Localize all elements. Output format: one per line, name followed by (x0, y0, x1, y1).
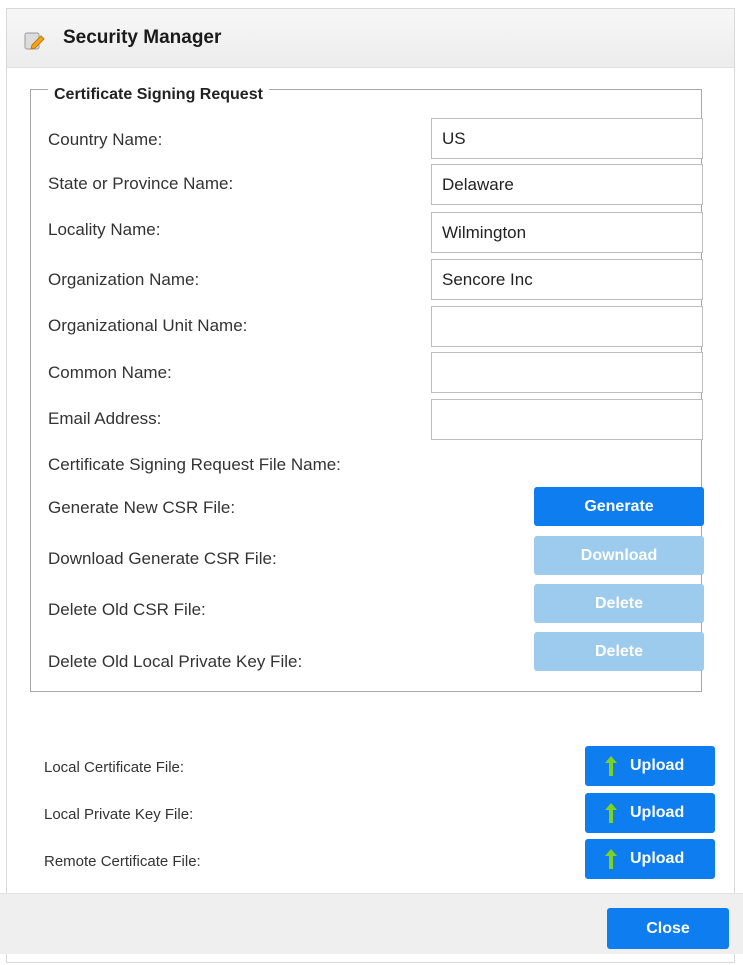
local-certificate-label: Local Certificate File: (44, 759, 185, 776)
state-label: State or Province Name: (48, 174, 234, 193)
local-private-key-label: Local Private Key File: (44, 806, 194, 823)
generate-csr-label: Generate New CSR File: (48, 498, 236, 517)
common-name-label: Common Name: (48, 363, 172, 382)
locality-label: Locality Name: (48, 220, 161, 239)
organization-input[interactable] (431, 259, 703, 300)
csr-file-name-label: Certificate Signing Request File Name: (48, 455, 341, 474)
country-label: Country Name: (48, 130, 163, 149)
organization-label: Organization Name: (48, 270, 200, 289)
close-button[interactable]: Close (607, 908, 729, 949)
org-unit-label: Organizational Unit Name: (48, 316, 248, 335)
delete-csr-button[interactable]: Delete (534, 584, 704, 623)
delete-key-label: Delete Old Local Private Key File: (48, 652, 303, 671)
upload-arrow-icon (605, 803, 617, 823)
upload-arrow-icon (605, 849, 617, 869)
delete-key-button[interactable]: Delete (534, 632, 704, 671)
upload-arrow-icon (605, 756, 617, 776)
upload-label: Upload (630, 804, 685, 821)
state-input[interactable] (431, 164, 703, 205)
upload-local-private-key-button[interactable]: Upload (585, 793, 715, 833)
dialog-titlebar: Security Manager (7, 9, 734, 68)
country-input[interactable] (431, 118, 703, 159)
delete-csr-label: Delete Old CSR File: (48, 600, 206, 619)
email-label: Email Address: (48, 409, 162, 428)
upload-label: Upload (630, 757, 685, 774)
common-name-input[interactable] (431, 352, 703, 393)
upload-label: Upload (630, 850, 685, 867)
remote-certificate-label: Remote Certificate File: (44, 853, 201, 870)
upload-local-certificate-button[interactable]: Upload (585, 746, 715, 786)
pencil-note-icon (24, 32, 45, 50)
download-csr-label: Download Generate CSR File: (48, 549, 277, 568)
email-input[interactable] (431, 399, 703, 440)
download-button[interactable]: Download (534, 536, 704, 575)
locality-input[interactable] (431, 212, 703, 253)
dialog-title: Security Manager (63, 27, 222, 48)
upload-remote-certificate-button[interactable]: Upload (585, 839, 715, 879)
csr-legend: Certificate Signing Request (48, 86, 269, 104)
generate-button[interactable]: Generate (534, 487, 704, 526)
org-unit-input[interactable] (431, 306, 703, 347)
